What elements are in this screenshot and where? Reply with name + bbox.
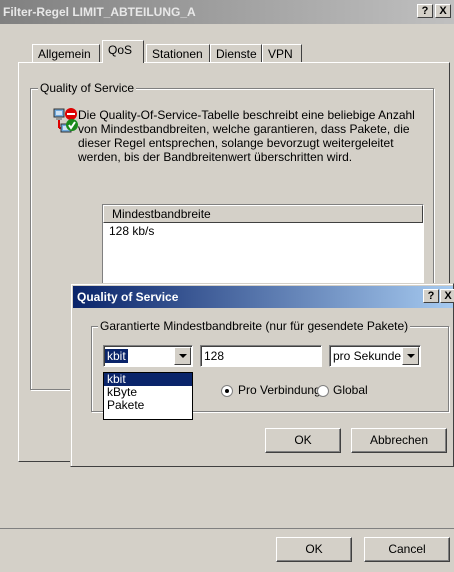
filter-rule-window: Filter-Regel LIMIT_ABTEILUNG_A ? X Allge…	[0, 0, 454, 572]
bandwidth-value: 128	[204, 349, 225, 363]
chevron-down-icon[interactable]	[174, 347, 191, 365]
dialog-title: Quality of Service	[77, 290, 179, 304]
bandwidth-group-title: Garantierte Mindestbandbreite (nur für g…	[98, 319, 411, 333]
unit-select[interactable]: kbit	[103, 345, 193, 367]
help-button[interactable]: ?	[417, 4, 433, 18]
network-qos-icon	[53, 108, 78, 133]
dialog-help-button[interactable]: ?	[423, 289, 439, 303]
unit-select-value: kbit	[105, 349, 128, 363]
cancel-button[interactable]: Cancel	[364, 537, 450, 562]
radio-per-connection-label: Pro Verbindung	[238, 383, 321, 397]
close-button[interactable]: X	[435, 4, 451, 18]
tab-stationen[interactable]: Stationen	[146, 44, 210, 62]
tab-vpn[interactable]: VPN	[262, 44, 302, 62]
unit-dropdown-list: kbit kByte Pakete	[103, 372, 193, 420]
dialog-close-button[interactable]: X	[440, 289, 454, 303]
period-select-value: pro Sekunde	[333, 349, 402, 363]
radio-global-label: Global	[333, 383, 368, 397]
dialog-cancel-button[interactable]: Abbrechen	[351, 428, 447, 453]
radio-per-connection[interactable]	[221, 385, 233, 397]
window-titlebar: Filter-Regel LIMIT_ABTEILUNG_A ? X	[0, 0, 454, 24]
dialog-titlebar: Quality of Service	[73, 286, 453, 308]
tab-allgemein[interactable]: Allgemein	[32, 44, 100, 62]
table-row[interactable]: 128 kb/s	[103, 223, 423, 239]
column-header-mindestbandbreite[interactable]: Mindestbandbreite	[103, 205, 423, 223]
chevron-down-icon[interactable]	[402, 347, 419, 365]
radio-global[interactable]	[317, 385, 329, 397]
ok-button[interactable]: OK	[276, 537, 352, 562]
unit-option-pakete[interactable]: Pakete	[104, 399, 192, 412]
window-title: Filter-Regel LIMIT_ABTEILUNG_A	[3, 5, 196, 19]
separator	[0, 528, 454, 529]
period-select[interactable]: pro Sekunde	[329, 345, 421, 367]
tab-qos[interactable]: QoS	[102, 40, 144, 63]
tab-dienste[interactable]: Dienste	[210, 44, 262, 62]
qos-group-title: Quality of Service	[38, 81, 137, 95]
qos-description: Die Quality-Of-Service-Tabelle beschreib…	[78, 108, 415, 164]
dialog-ok-button[interactable]: OK	[265, 428, 341, 453]
bandwidth-value-input[interactable]: 128	[200, 345, 322, 367]
